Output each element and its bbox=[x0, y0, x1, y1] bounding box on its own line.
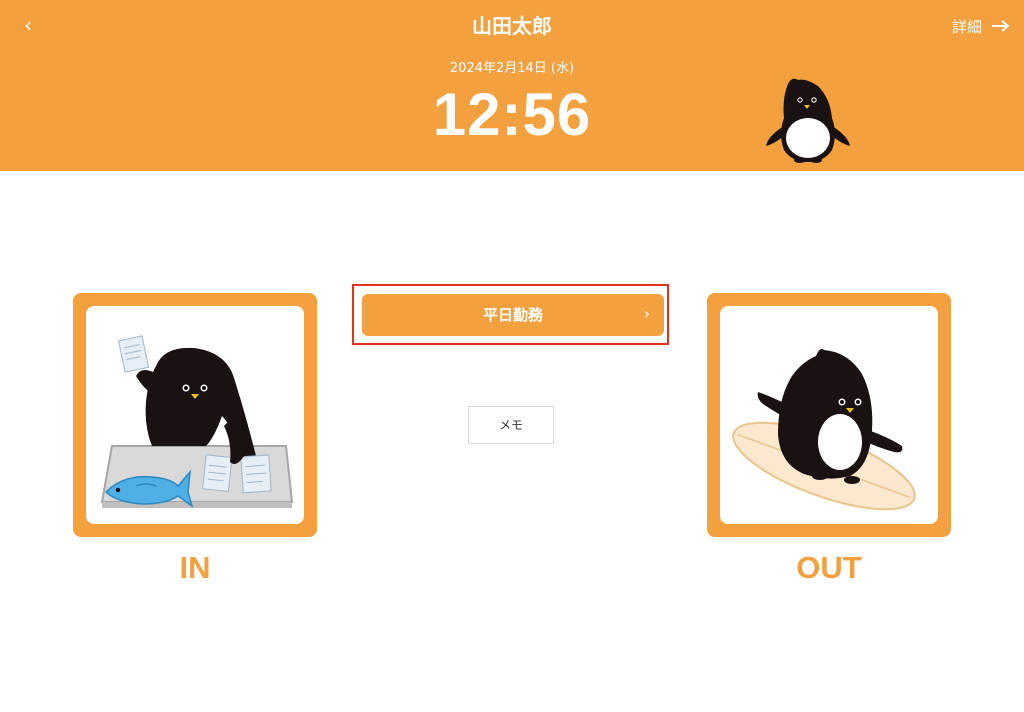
clock-in-label: IN bbox=[179, 550, 211, 585]
arrow-right-icon bbox=[992, 20, 1010, 32]
memo-button[interactable]: メモ bbox=[468, 406, 554, 444]
clock-in-button[interactable] bbox=[73, 293, 317, 537]
user-name: 山田太郎 bbox=[472, 14, 552, 38]
current-date: 2024年2月14日 (水) bbox=[449, 61, 575, 76]
chevron-right-icon: › bbox=[643, 304, 650, 323]
app-header: ‹ 山田太郎 詳細 2024年2月14日 (水) 12:56 bbox=[0, 0, 1024, 171]
penguin-fish-illustration bbox=[100, 335, 294, 508]
clock-out-label: OUT bbox=[796, 550, 862, 585]
detail-link[interactable]: 詳細 bbox=[952, 14, 1010, 38]
clock-out-button[interactable] bbox=[707, 293, 951, 537]
back-button[interactable]: ‹ bbox=[16, 12, 40, 38]
penguin-surfboard-illustration bbox=[732, 348, 916, 511]
clock-out-illustration-frame bbox=[720, 306, 938, 524]
clock-in-illustration-frame bbox=[86, 306, 304, 524]
chevron-left-icon: ‹ bbox=[24, 13, 32, 37]
penguin-mascot-illustration bbox=[766, 78, 850, 163]
work-type-selector[interactable]: 平日勤務 › bbox=[362, 294, 664, 336]
work-type-label: 平日勤務 bbox=[482, 306, 543, 324]
current-time: 12:56 bbox=[432, 81, 592, 148]
detail-label: 詳細 bbox=[951, 17, 982, 36]
